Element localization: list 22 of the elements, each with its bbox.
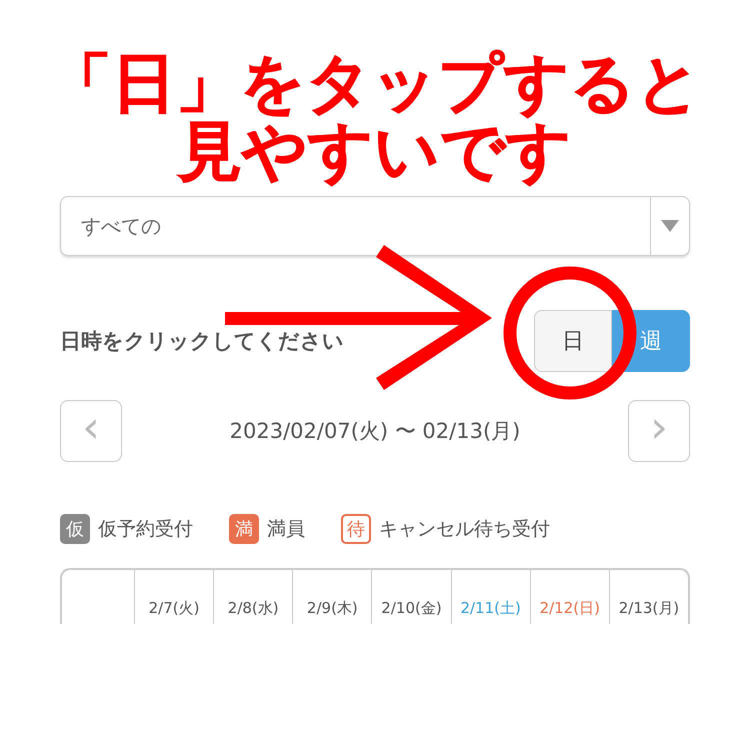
instruction-heading: 日時をクリックしてください (60, 328, 344, 355)
next-week-button[interactable]: › (628, 400, 690, 462)
date-header: 2/8(水) (228, 599, 279, 618)
status-badge: 仮 (60, 514, 90, 544)
date-header: 2/7(火) (148, 599, 200, 618)
date-header: 2/10(金) (381, 599, 442, 618)
legend-label: 満員 (267, 517, 305, 542)
status-badge: 満 (229, 514, 259, 544)
date-header: 2/12(日) (540, 599, 600, 618)
date-header: 2/9(木) (306, 599, 358, 618)
date-header: 2/13(月) (618, 599, 680, 618)
resource-select[interactable]: すべての (60, 196, 690, 256)
date-range: 2023/02/07(火) 〜 02/13(月) (230, 418, 520, 445)
dropdown-icon (661, 220, 679, 232)
legend-label: 仮予約受付 (98, 517, 193, 542)
annotation-text: 見やすいです (178, 118, 572, 186)
legend-label: キャンセル待ち受付 (379, 517, 550, 542)
date-header: 2/11(土) (460, 599, 521, 618)
annotation-text: 「日」をタップすると (48, 50, 702, 118)
status-badge: 待 (341, 514, 371, 544)
previous-week-button[interactable]: ‹ (60, 400, 122, 462)
view-tab[interactable]: 日 (534, 310, 612, 372)
